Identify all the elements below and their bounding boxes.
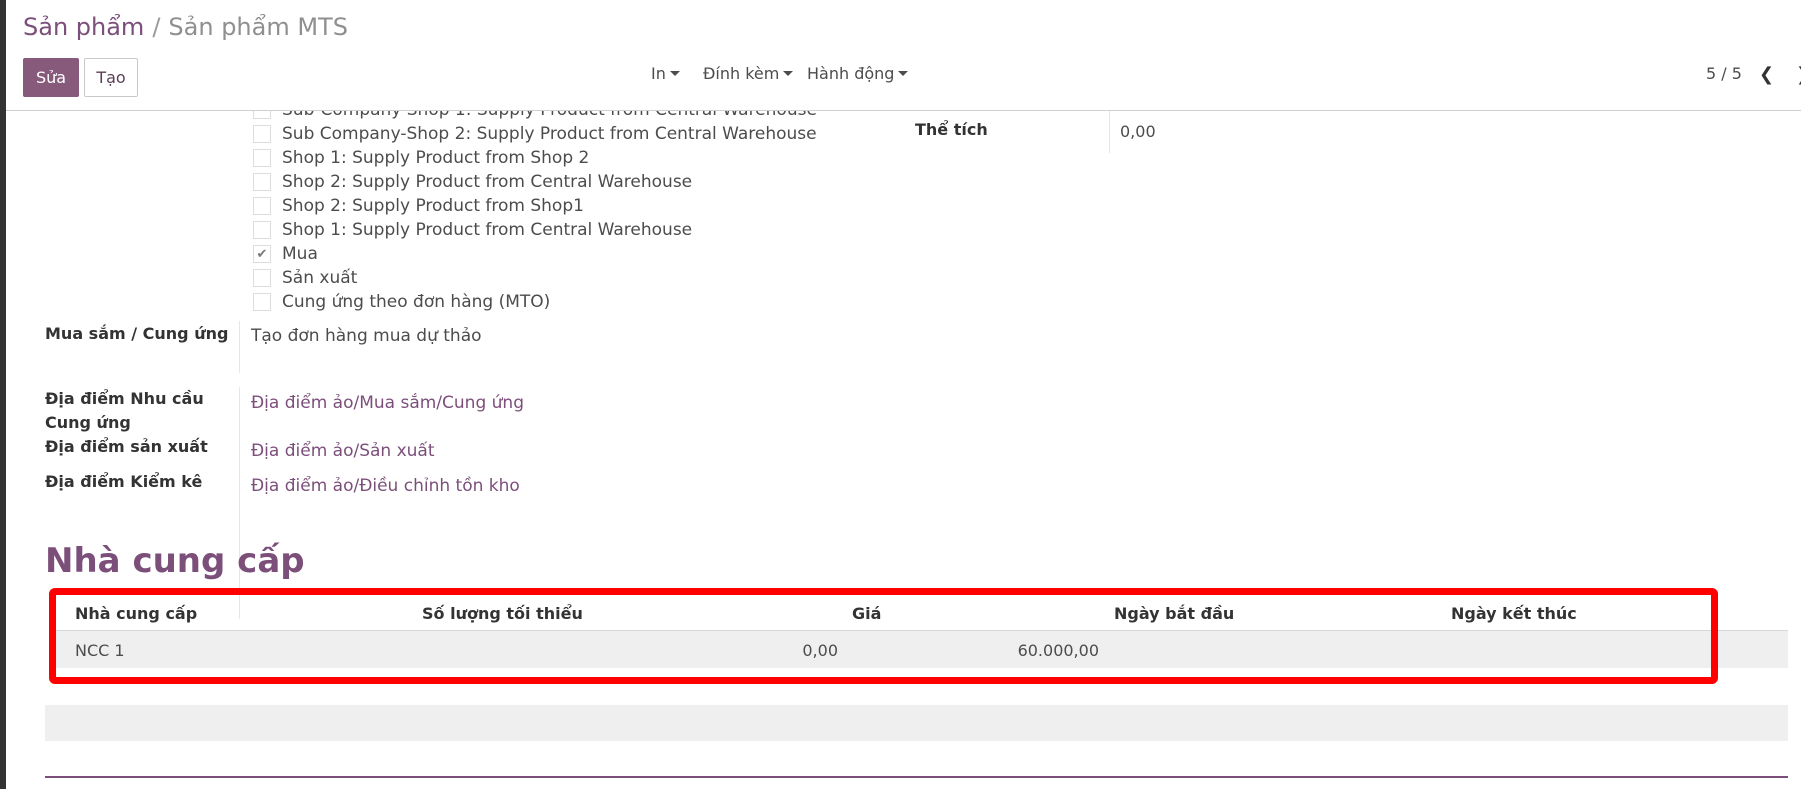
procurement-label: Mua sắm / Cung ứng [45, 324, 229, 343]
caret-down-icon [669, 71, 680, 76]
print-dropdown-label: In [651, 64, 666, 83]
route-item[interactable]: Sub-Company Shop 1: Supply Product from … [253, 111, 817, 121]
route-item[interactable]: ✔ Mua [253, 243, 318, 265]
pager-value[interactable]: 5 / 5 [1706, 64, 1742, 83]
checkbox[interactable] [253, 293, 271, 311]
create-button[interactable]: Tạo [84, 58, 138, 97]
production-location-link[interactable]: Địa điểm ảo/Sản xuất [251, 441, 435, 461]
checkbox[interactable] [253, 111, 271, 119]
section-divider [45, 776, 1788, 778]
route-label: Shop 2: Supply Product from Central Ware… [282, 172, 693, 192]
control-panel: Sản phẩm / Sản phẩm MTS Sửa Tạo In Đính kè… [6, 0, 1801, 111]
production-location-label: Địa điểm sản xuất [45, 437, 208, 456]
action-dropdown[interactable]: Hành động [807, 64, 909, 83]
route-item[interactable]: Shop 2: Supply Product from Shop1 [253, 195, 584, 217]
checkbox[interactable] [253, 173, 271, 191]
field-divider [239, 387, 240, 619]
procurement-location-link[interactable]: Địa điểm ảo/Mua sắm/Cung ứng [251, 393, 524, 413]
field-divider [1109, 111, 1110, 153]
route-item[interactable]: Shop 1: Supply Product from Central Ware… [253, 219, 692, 241]
inventory-location-link[interactable]: Địa điểm ảo/Điều chỉnh tồn kho [251, 476, 520, 496]
route-label: Shop 1: Supply Product from Shop 2 [282, 148, 590, 168]
checkbox[interactable] [253, 149, 271, 167]
route-item[interactable]: Shop 2: Supply Product from Central Ware… [253, 171, 692, 193]
attach-dropdown[interactable]: Đính kèm [703, 64, 794, 83]
route-item[interactable]: Cung ứng theo đơn hàng (MTO) [253, 291, 550, 313]
table-empty-row [45, 705, 1788, 741]
chevron-left-icon[interactable]: ❮ [1759, 64, 1774, 85]
edit-button[interactable]: Sửa [23, 58, 79, 97]
caret-down-icon [783, 71, 794, 76]
route-label: Shop 2: Supply Product from Shop1 [282, 196, 584, 216]
print-dropdown[interactable]: In [651, 64, 680, 83]
checkbox[interactable] [253, 221, 271, 239]
procurement-location-label-line1: Địa điểm Nhu cầu [45, 389, 204, 408]
form-sheet: Sub-Company Shop 1: Supply Product from … [6, 111, 1801, 789]
checkbox-checked[interactable]: ✔ [253, 245, 271, 263]
route-item[interactable]: Sub Company-Shop 2: Supply Product from … [253, 123, 817, 145]
breadcrumb-separator: / [152, 13, 161, 41]
route-item[interactable]: Shop 1: Supply Product from Shop 2 [253, 147, 589, 169]
suppliers-section-title: Nhà cung cấp [45, 541, 305, 581]
check-icon: ✔ [256, 246, 268, 262]
volume-label: Thể tích [915, 120, 988, 139]
breadcrumb: Sản phẩm / Sản phẩm MTS [23, 13, 348, 41]
route-label: Sản xuất [282, 268, 358, 288]
caret-down-icon [898, 71, 909, 76]
checkbox[interactable] [253, 269, 271, 287]
procurement-location-label: Địa điểm Nhu cầu Cung ứng [45, 387, 204, 435]
route-label: Sub-Company Shop 1: Supply Product from … [282, 111, 817, 120]
inventory-location-label: Địa điểm Kiểm kê [45, 472, 203, 491]
breadcrumb-current: Sản phẩm MTS [168, 13, 348, 41]
route-label: Sub Company-Shop 2: Supply Product from … [282, 124, 817, 144]
route-label: Shop 1: Supply Product from Central Ware… [282, 220, 693, 240]
checkbox[interactable] [253, 197, 271, 215]
procurement-value: Tạo đơn hàng mua dự thảo [251, 326, 482, 346]
route-label: Cung ứng theo đơn hàng (MTO) [282, 292, 551, 312]
breadcrumb-parent-link[interactable]: Sản phẩm [23, 13, 144, 41]
action-dropdown-label: Hành động [807, 64, 895, 83]
highlight-annotation-box [49, 588, 1718, 684]
procurement-location-label-line2: Cung ứng [45, 413, 131, 432]
checkbox[interactable] [253, 125, 271, 143]
field-divider [239, 321, 240, 373]
attach-dropdown-label: Đính kèm [703, 64, 780, 83]
volume-value: 0,00 [1120, 122, 1156, 141]
chevron-right-icon[interactable]: ❯ [1796, 64, 1801, 85]
route-label: Mua [282, 244, 318, 264]
route-item[interactable]: Sản xuất [253, 267, 357, 289]
